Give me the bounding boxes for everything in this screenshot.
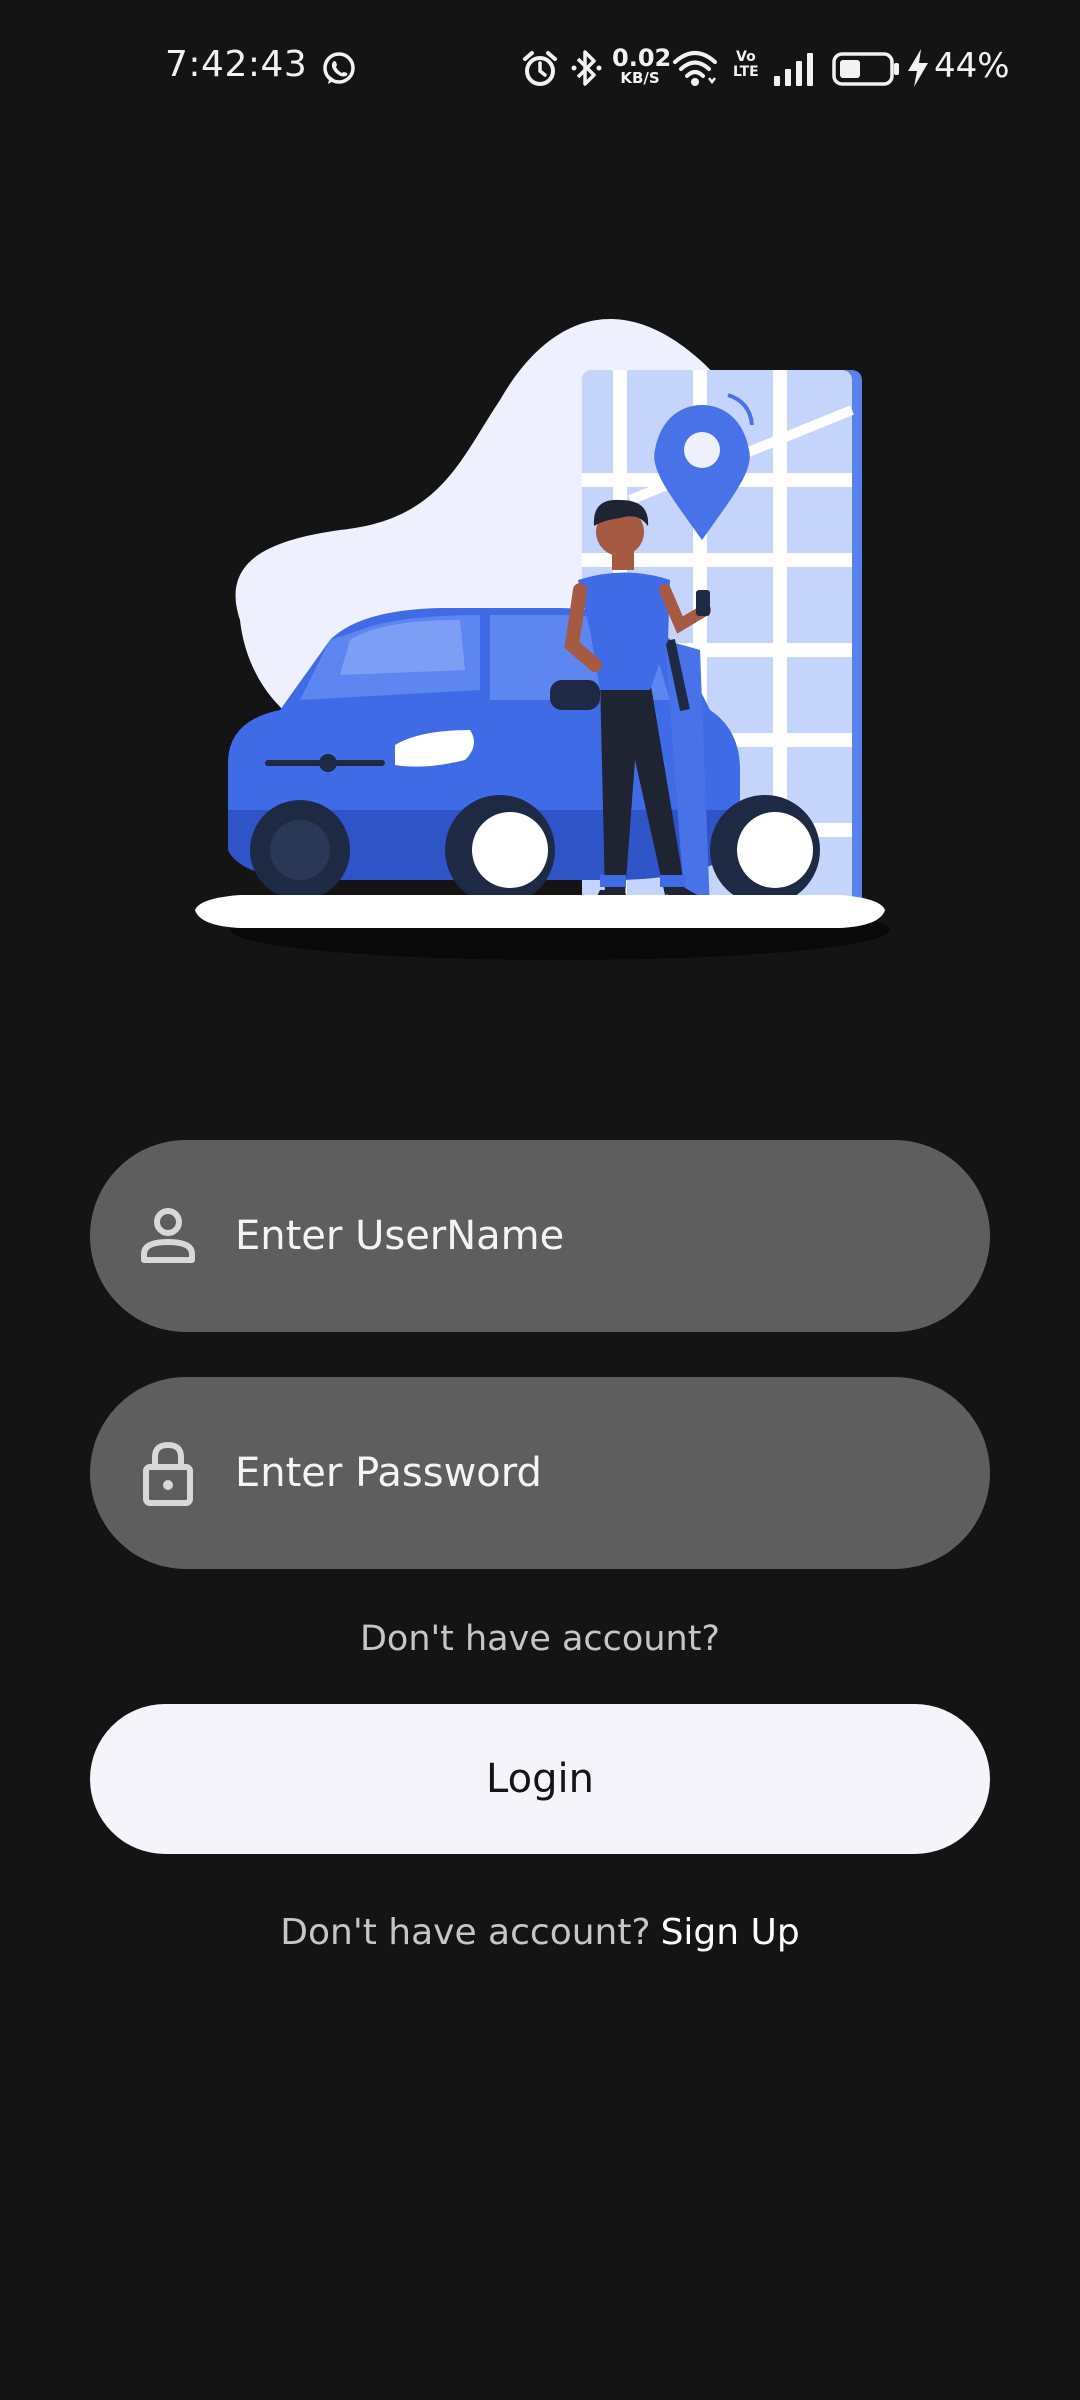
login-button[interactable]: Login [90,1704,990,1854]
signup-row: Don't have account? Sign Up [0,1912,1080,1953]
battery-percent: 44% [934,46,1010,86]
status-bar: 7:42:43 0.02 KB/S Vo LTE 44% [0,0,1080,136]
status-time: 7:42:43 [165,44,308,85]
password-input[interactable] [235,1377,955,1569]
no-account-hint: Don't have account? [359,1619,721,1659]
user-icon [141,1208,195,1263]
lock-icon [143,1441,193,1506]
smartphone-icon [696,590,710,616]
signal-icon [774,53,813,86]
wifi-icon [673,51,717,86]
username-field[interactable] [90,1140,990,1332]
whatsapp-icon [323,52,355,84]
volte-top-label: Vo [736,49,756,65]
volte-indicator: Vo LTE [733,50,759,80]
network-speed: 0.02 KB/S [612,44,672,87]
signup-prompt: Don't have account? [280,1912,651,1953]
username-input[interactable] [235,1140,955,1332]
volte-bottom-label: LTE [733,64,759,80]
car-illustration [195,319,890,960]
alarm-icon [523,51,557,86]
charging-bolt-icon [908,49,928,87]
signup-link[interactable]: Sign Up [661,1912,800,1953]
password-field[interactable] [90,1377,990,1569]
bluetooth-icon [571,50,602,86]
ground-platform [195,895,885,928]
network-speed-unit: KB/S [620,69,660,87]
battery-icon [832,52,899,86]
network-speed-value: 0.02 [612,44,672,72]
